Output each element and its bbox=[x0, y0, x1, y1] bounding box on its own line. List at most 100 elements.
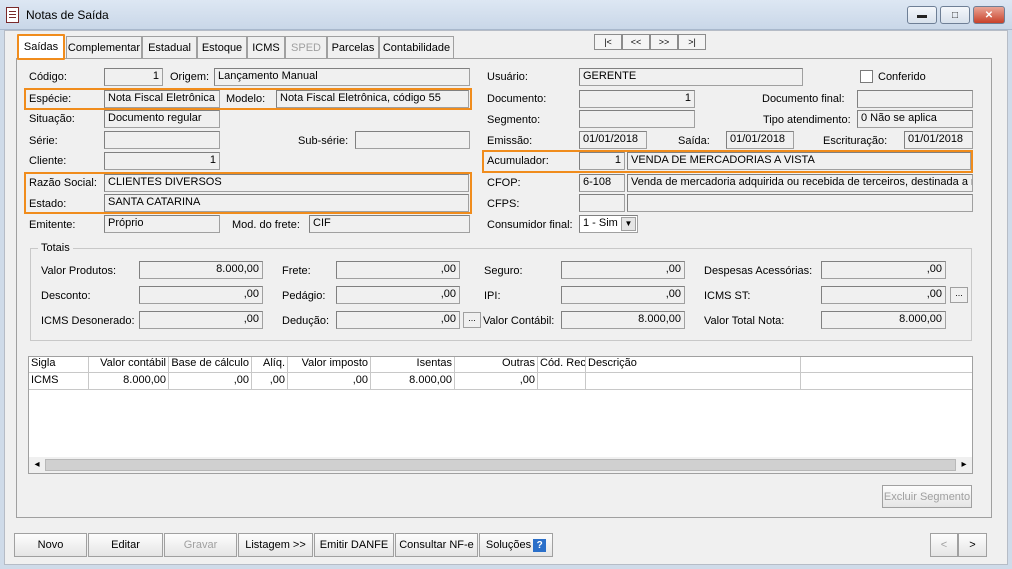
acumulador-label: Acumulador: bbox=[487, 155, 549, 167]
col-header-valor-contabil[interactable]: Valor contábil bbox=[89, 357, 169, 373]
documento-field[interactable]: 1 bbox=[579, 90, 695, 108]
frete-field[interactable]: ,00 bbox=[336, 261, 460, 279]
valor-produtos-label: Valor Produtos: bbox=[41, 265, 117, 277]
valor-produtos-field[interactable]: 8.000,00 bbox=[139, 261, 263, 279]
chevron-down-icon[interactable]: ▼ bbox=[621, 217, 636, 231]
table-cell-outras[interactable]: ,00 bbox=[455, 373, 538, 390]
origem-label: Origem: bbox=[170, 71, 210, 83]
pedagio-label: Pedágio: bbox=[282, 290, 326, 302]
col-header-descricao[interactable]: Descrição bbox=[586, 357, 801, 373]
codigo-field[interactable]: 1 bbox=[104, 68, 163, 86]
despesas-label: Despesas Acessórias: bbox=[704, 265, 813, 277]
table-cell-valor-imposto[interactable]: ,00 bbox=[288, 373, 371, 390]
icms-st-more-button[interactable]: ... bbox=[950, 287, 968, 303]
subserie-field[interactable] bbox=[355, 131, 470, 149]
table-cell-base-calculo[interactable]: ,00 bbox=[169, 373, 252, 390]
escrituracao-field[interactable]: 01/01/2018 bbox=[904, 131, 973, 149]
acumulador-field[interactable]: 1 bbox=[579, 152, 625, 170]
razao-field: CLIENTES DIVERSOS bbox=[104, 174, 469, 192]
table-cell-descricao[interactable] bbox=[586, 373, 801, 390]
cliente-field[interactable]: 1 bbox=[104, 152, 220, 170]
origem-field: Lançamento Manual bbox=[214, 68, 470, 86]
close-button[interactable]: ✕ bbox=[973, 6, 1005, 24]
frete-mod-label: Mod. do frete: bbox=[232, 219, 300, 231]
cfps-label: CFPS: bbox=[487, 198, 520, 210]
next-button[interactable]: > bbox=[958, 533, 987, 557]
tab-estadual[interactable]: Estadual bbox=[142, 36, 197, 58]
deducao-label: Dedução: bbox=[282, 315, 330, 327]
emitente-field[interactable]: Próprio bbox=[104, 215, 220, 233]
valor-contabil-field: 8.000,00 bbox=[561, 311, 685, 329]
ipi-field[interactable]: ,00 bbox=[561, 286, 685, 304]
saida-field[interactable]: 01/01/2018 bbox=[726, 131, 794, 149]
emissao-field[interactable]: 01/01/2018 bbox=[579, 131, 647, 149]
maximize-button[interactable]: □ bbox=[940, 6, 970, 24]
segmento-field[interactable] bbox=[579, 110, 695, 128]
icms-st-field[interactable]: ,00 bbox=[821, 286, 946, 304]
segmento-label: Segmento: bbox=[487, 114, 541, 126]
desconto-field[interactable]: ,00 bbox=[139, 286, 263, 304]
impostos-table[interactable]: Sigla Valor contábil Base de cálculo Alí… bbox=[28, 356, 973, 474]
prev-record-button[interactable]: << bbox=[622, 34, 650, 50]
especie-field[interactable]: Nota Fiscal Eletrônica bbox=[104, 90, 220, 108]
horizontal-scrollbar[interactable]: ◂ ▸ bbox=[29, 457, 972, 473]
emitente-label: Emitente: bbox=[29, 219, 76, 231]
codigo-label: Código: bbox=[29, 71, 67, 83]
documento-label: Documento: bbox=[487, 93, 547, 105]
table-cell-valor-contabil[interactable]: 8.000,00 bbox=[89, 373, 169, 390]
totais-title: Totais bbox=[38, 242, 73, 254]
conferido-checkbox[interactable] bbox=[860, 70, 873, 83]
novo-button[interactable]: Novo bbox=[14, 533, 87, 557]
col-header-aliquota[interactable]: Alíq. bbox=[252, 357, 288, 373]
col-header-valor-imposto[interactable]: Valor imposto bbox=[288, 357, 371, 373]
tab-saidas[interactable]: Saídas bbox=[17, 34, 65, 60]
deducao-field[interactable]: ,00 bbox=[336, 311, 460, 329]
seguro-field[interactable]: ,00 bbox=[561, 261, 685, 279]
icms-desonerado-field[interactable]: ,00 bbox=[139, 311, 263, 329]
despesas-field[interactable]: ,00 bbox=[821, 261, 946, 279]
serie-field[interactable] bbox=[104, 131, 220, 149]
frete-mod-field[interactable]: CIF bbox=[309, 215, 470, 233]
listagem-button[interactable]: Listagem >> bbox=[238, 533, 313, 557]
seguro-label: Seguro: bbox=[484, 265, 523, 277]
usuario-field: GERENTE bbox=[579, 68, 803, 86]
tab-complementar[interactable]: Complementar bbox=[66, 36, 142, 58]
col-header-cod-rec[interactable]: Cód. Rec. bbox=[538, 357, 586, 373]
pedagio-field[interactable]: ,00 bbox=[336, 286, 460, 304]
scrollbar-thumb[interactable] bbox=[45, 459, 956, 471]
next-record-button[interactable]: >> bbox=[650, 34, 678, 50]
window-title: Notas de Saída bbox=[26, 8, 109, 22]
cfps-field[interactable] bbox=[579, 194, 625, 212]
docfinal-field[interactable] bbox=[857, 90, 973, 108]
table-cell-aliquota[interactable]: ,00 bbox=[252, 373, 288, 390]
emitir-danfe-button[interactable]: Emitir DANFE bbox=[314, 533, 394, 557]
editar-button[interactable]: Editar bbox=[88, 533, 163, 557]
consumidor-final-value: 1 - Sim bbox=[583, 217, 618, 229]
valor-contabil-label: Valor Contábil: bbox=[483, 315, 555, 327]
col-header-sigla[interactable]: Sigla bbox=[29, 357, 89, 373]
minimize-button[interactable]: ▬ bbox=[907, 6, 937, 24]
tab-estoque[interactable]: Estoque bbox=[197, 36, 247, 58]
col-header-base-calculo[interactable]: Base de cálculo bbox=[169, 357, 252, 373]
cfop-field[interactable]: 6-108 bbox=[579, 174, 625, 192]
tipo-atendimento-field[interactable]: 0 Não se aplica bbox=[857, 110, 973, 128]
col-header-outras[interactable]: Outras bbox=[455, 357, 538, 373]
tab-icms[interactable]: ICMS bbox=[247, 36, 285, 58]
situacao-field[interactable]: Documento regular bbox=[104, 110, 220, 128]
icms-desonerado-label: ICMS Desonerado: bbox=[41, 315, 135, 327]
table-cell-cod-rec[interactable] bbox=[538, 373, 586, 390]
last-record-button[interactable]: >| bbox=[678, 34, 706, 50]
scroll-left-icon[interactable]: ◂ bbox=[29, 457, 45, 473]
modelo-field[interactable]: Nota Fiscal Eletrônica, código 55 bbox=[276, 90, 469, 108]
deducao-more-button[interactable]: ... bbox=[463, 312, 481, 328]
saida-label: Saída: bbox=[678, 135, 710, 147]
consultar-nfe-button[interactable]: Consultar NF-e bbox=[395, 533, 478, 557]
table-cell-sigla[interactable]: ICMS bbox=[29, 373, 89, 390]
scroll-right-icon[interactable]: ▸ bbox=[956, 457, 972, 473]
col-header-isentas[interactable]: Isentas bbox=[371, 357, 455, 373]
first-record-button[interactable]: |< bbox=[594, 34, 622, 50]
solucoes-button[interactable]: Soluções? bbox=[479, 533, 553, 557]
tab-parcelas[interactable]: Parcelas bbox=[327, 36, 379, 58]
table-cell-isentas[interactable]: 8.000,00 bbox=[371, 373, 455, 390]
tab-contabilidade[interactable]: Contabilidade bbox=[379, 36, 454, 58]
